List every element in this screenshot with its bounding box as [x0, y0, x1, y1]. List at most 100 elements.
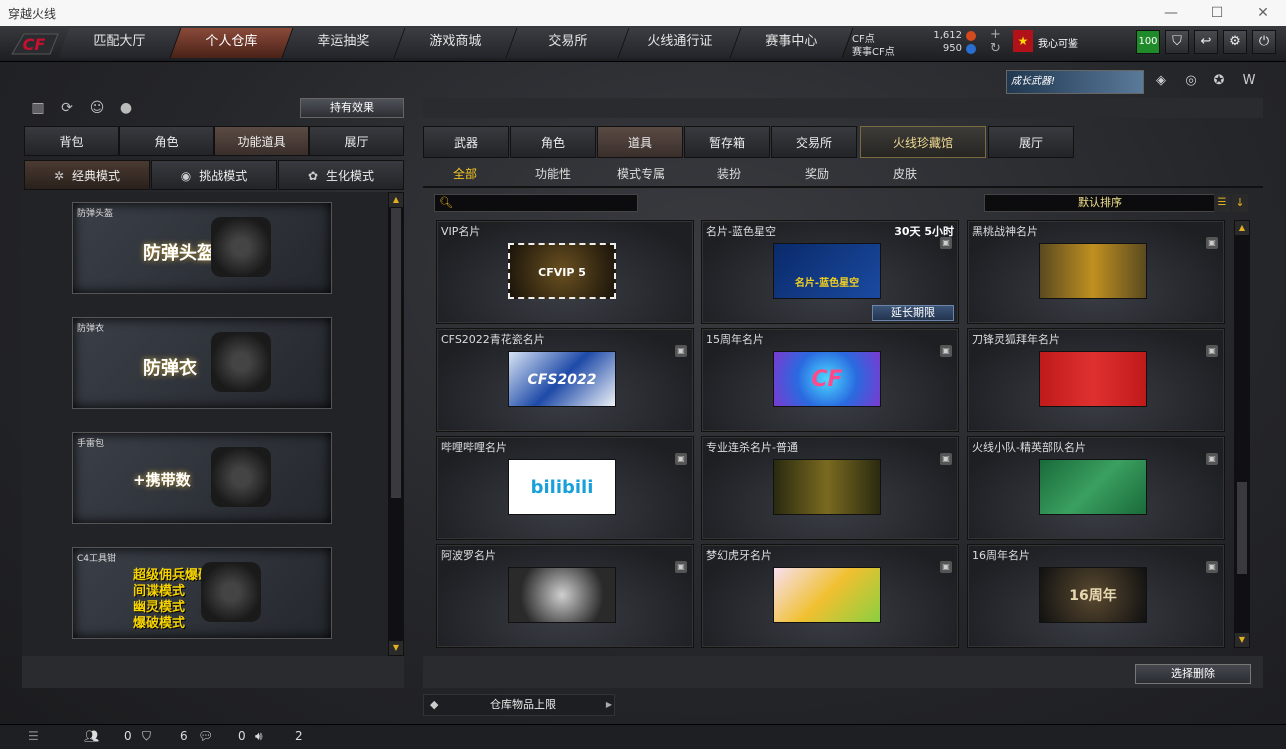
search-input[interactable]: 🔍︎ [434, 194, 638, 212]
card-blue-sky[interactable]: 名片-蓝色星空 30天 5小时 ▣ 名片-蓝色星空 延长期限 [701, 220, 959, 324]
sort-dropdown[interactable]: 默认排序 [984, 194, 1216, 212]
clan-count: 6 [180, 729, 188, 743]
card-apollo[interactable]: 阿波罗名片 ▣ [436, 544, 694, 648]
right-scrollbar[interactable]: ▲ ▼ [1234, 220, 1250, 648]
scroll-down-icon[interactable]: ▼ [1235, 633, 1249, 647]
lock-icon[interactable]: ▣ [1206, 453, 1218, 465]
card-huya[interactable]: 梦幻虎牙名片 ▣ [701, 544, 959, 648]
scroll-up-icon[interactable]: ▲ [1235, 221, 1249, 235]
subtab-all[interactable]: 全部 [425, 162, 505, 186]
subtab-functional[interactable]: 功能性 [513, 162, 593, 186]
left-tab-hall[interactable]: 展厅 [309, 126, 404, 156]
owned-effect-button[interactable]: 持有效果 [300, 98, 404, 118]
user-info[interactable]: ★ 我心可鉴 [1013, 30, 1123, 54]
subtab-reward[interactable]: 奖励 [777, 162, 857, 186]
subtab-mode-exclusive[interactable]: 模式专属 [601, 162, 681, 186]
nav-tab-exchange[interactable]: 交易所 [506, 28, 630, 58]
match-points-value: 950 [942, 43, 962, 54]
power-icon[interactable]: ⏻ [1252, 30, 1276, 54]
right-tab-props[interactable]: 道具 [597, 126, 683, 158]
right-tab-role[interactable]: 角色 [510, 126, 596, 158]
friends-icon[interactable]: 👥︎ [84, 729, 99, 743]
lock-icon[interactable]: ▣ [675, 345, 687, 357]
item-label: 防弹衣 [143, 358, 197, 379]
nav-tab-lottery[interactable]: 幸运抽奖 [282, 28, 406, 58]
item-card-c4-pliers[interactable]: C4工具钳 超级佣兵爆破 间谍模式 幽灵模式 爆破模式 [72, 547, 332, 639]
card-16th-anniversary[interactable]: 16周年名片 ▣ 16周年 [967, 544, 1225, 648]
target-icon[interactable]: ◎ [1180, 70, 1202, 92]
shield-icon[interactable]: ⛉ [1165, 30, 1189, 54]
list-view-icon[interactable]: ☰ [1214, 194, 1230, 212]
emblem-icon[interactable]: ◈ [1150, 70, 1172, 92]
minimize-button[interactable]: — [1148, 0, 1194, 26]
chat-icon[interactable]: 💬︎ [198, 729, 213, 743]
lock-icon[interactable]: ▣ [940, 453, 952, 465]
left-scroll-thumb[interactable] [391, 208, 401, 498]
function-item-list: 防弹头盔 防弹头盔 防弹衣 防弹衣 手雷包 +携带数 C4工具钳 超级佣兵爆破 … [22, 192, 404, 656]
card-art [1039, 459, 1147, 515]
refresh-icon[interactable]: ⟳ [57, 98, 77, 118]
scroll-down-icon[interactable]: ▼ [389, 641, 403, 655]
speaker-icon[interactable]: 🔊︎ [255, 729, 263, 744]
lock-icon[interactable]: ▣ [1206, 561, 1218, 573]
gear-icon[interactable]: ⚙ [1223, 30, 1247, 54]
card-15th-anniversary[interactable]: 15周年名片 ▣ CF [701, 328, 959, 432]
card-elite-squad[interactable]: 火线小队-精英部队名片 ▣ [967, 436, 1225, 540]
clan-icon[interactable]: ⛉ [142, 729, 151, 744]
right-tab-hall[interactable]: 展厅 [988, 126, 1074, 158]
person-icon[interactable]: ☺ [87, 98, 107, 118]
growth-weapon-banner[interactable]: 成长武器! [1006, 70, 1144, 94]
subtab-outfit[interactable]: 装扮 [689, 162, 769, 186]
right-tab-weapon[interactable]: 武器 [423, 126, 509, 158]
subtab-skin[interactable]: 皮肤 [865, 162, 945, 186]
right-scroll-thumb[interactable] [1237, 482, 1247, 574]
item-card-vest[interactable]: 防弹衣 防弹衣 [72, 317, 332, 409]
card-cfs2022[interactable]: CFS2022青花瓷名片 ▣ CFS2022 [436, 328, 694, 432]
lock-icon[interactable]: ▣ [1206, 345, 1218, 357]
lock-icon[interactable]: ▣ [940, 345, 952, 357]
lock-icon[interactable]: ▣ [675, 453, 687, 465]
card-pro-killstreak[interactable]: 专业连杀名片-普通 ▣ [701, 436, 959, 540]
left-tab-backpack[interactable]: 背包 [24, 126, 119, 156]
right-tab-storage[interactable]: 暂存箱 [684, 126, 770, 158]
back-icon[interactable]: ↩ [1194, 30, 1218, 54]
stats-icon[interactable]: ▥ [28, 98, 48, 118]
mode-tab-classic[interactable]: ✲ 经典模式 [24, 160, 150, 190]
right-tab-collection[interactable]: 火线珍藏馆 [860, 126, 986, 158]
maximize-button[interactable]: ☐ [1194, 0, 1240, 26]
lock-icon[interactable]: ▣ [940, 561, 952, 573]
left-tab-functional[interactable]: 功能道具 [214, 126, 309, 156]
card-vip[interactable]: VIP名片 CFVIP 5 [436, 220, 694, 324]
nav-tab-shop[interactable]: 游戏商城 [394, 28, 518, 58]
nav-tab-match-lobby[interactable]: 匹配大厅 [58, 28, 182, 58]
card-fox-new-year[interactable]: 刀锋灵狐拜年名片 ▣ [967, 328, 1225, 432]
level-badge[interactable]: 100 [1136, 30, 1160, 54]
select-delete-button[interactable]: 选择删除 [1135, 664, 1251, 684]
mode-tab-challenge[interactable]: ◉ 挑战模式 [151, 160, 277, 190]
left-scrollbar[interactable]: ▲ ▼ [388, 192, 404, 656]
lock-icon[interactable]: ▣ [940, 237, 952, 249]
menu-icon[interactable]: ☰ [28, 729, 39, 743]
storage-limit-button[interactable]: ◆ 仓库物品上限 ▶ [423, 694, 615, 716]
card-bilibili[interactable]: 哔哩哔哩名片 ▣ bilibili [436, 436, 694, 540]
nav-tab-warehouse[interactable]: 个人仓库 [170, 28, 294, 58]
badge-icon[interactable]: ✪ [1208, 70, 1230, 92]
card-spade-warrior[interactable]: 黑桃战神名片 ▣ [967, 220, 1225, 324]
grenade-icon[interactable]: ● [116, 98, 136, 118]
nav-tab-events[interactable]: 赛事中心 [730, 28, 854, 58]
extend-button[interactable]: 延长期限 [872, 305, 954, 321]
close-window-button[interactable]: ✕ [1240, 0, 1286, 26]
scroll-up-icon[interactable]: ▲ [389, 193, 403, 207]
item-card-grenade-pack[interactable]: 手雷包 +携带数 [72, 432, 332, 524]
mode-tab-zombie[interactable]: ✿ 生化模式 [278, 160, 404, 190]
sort-direction-icon[interactable]: ↓ [1232, 194, 1248, 212]
nav-tab-pass[interactable]: 火线通行证 [618, 28, 742, 58]
cf-logo[interactable]: CF [6, 28, 62, 60]
left-tab-role[interactable]: 角色 [119, 126, 214, 156]
lock-icon[interactable]: ▣ [1206, 237, 1218, 249]
wing-icon[interactable]: W [1238, 70, 1260, 92]
lock-icon[interactable]: ▣ [675, 561, 687, 573]
right-tab-exchange[interactable]: 交易所 [771, 126, 857, 158]
item-card-helmet[interactable]: 防弹头盔 防弹头盔 [72, 202, 332, 294]
add-points-icon[interactable]: + ↻ [990, 28, 1001, 56]
